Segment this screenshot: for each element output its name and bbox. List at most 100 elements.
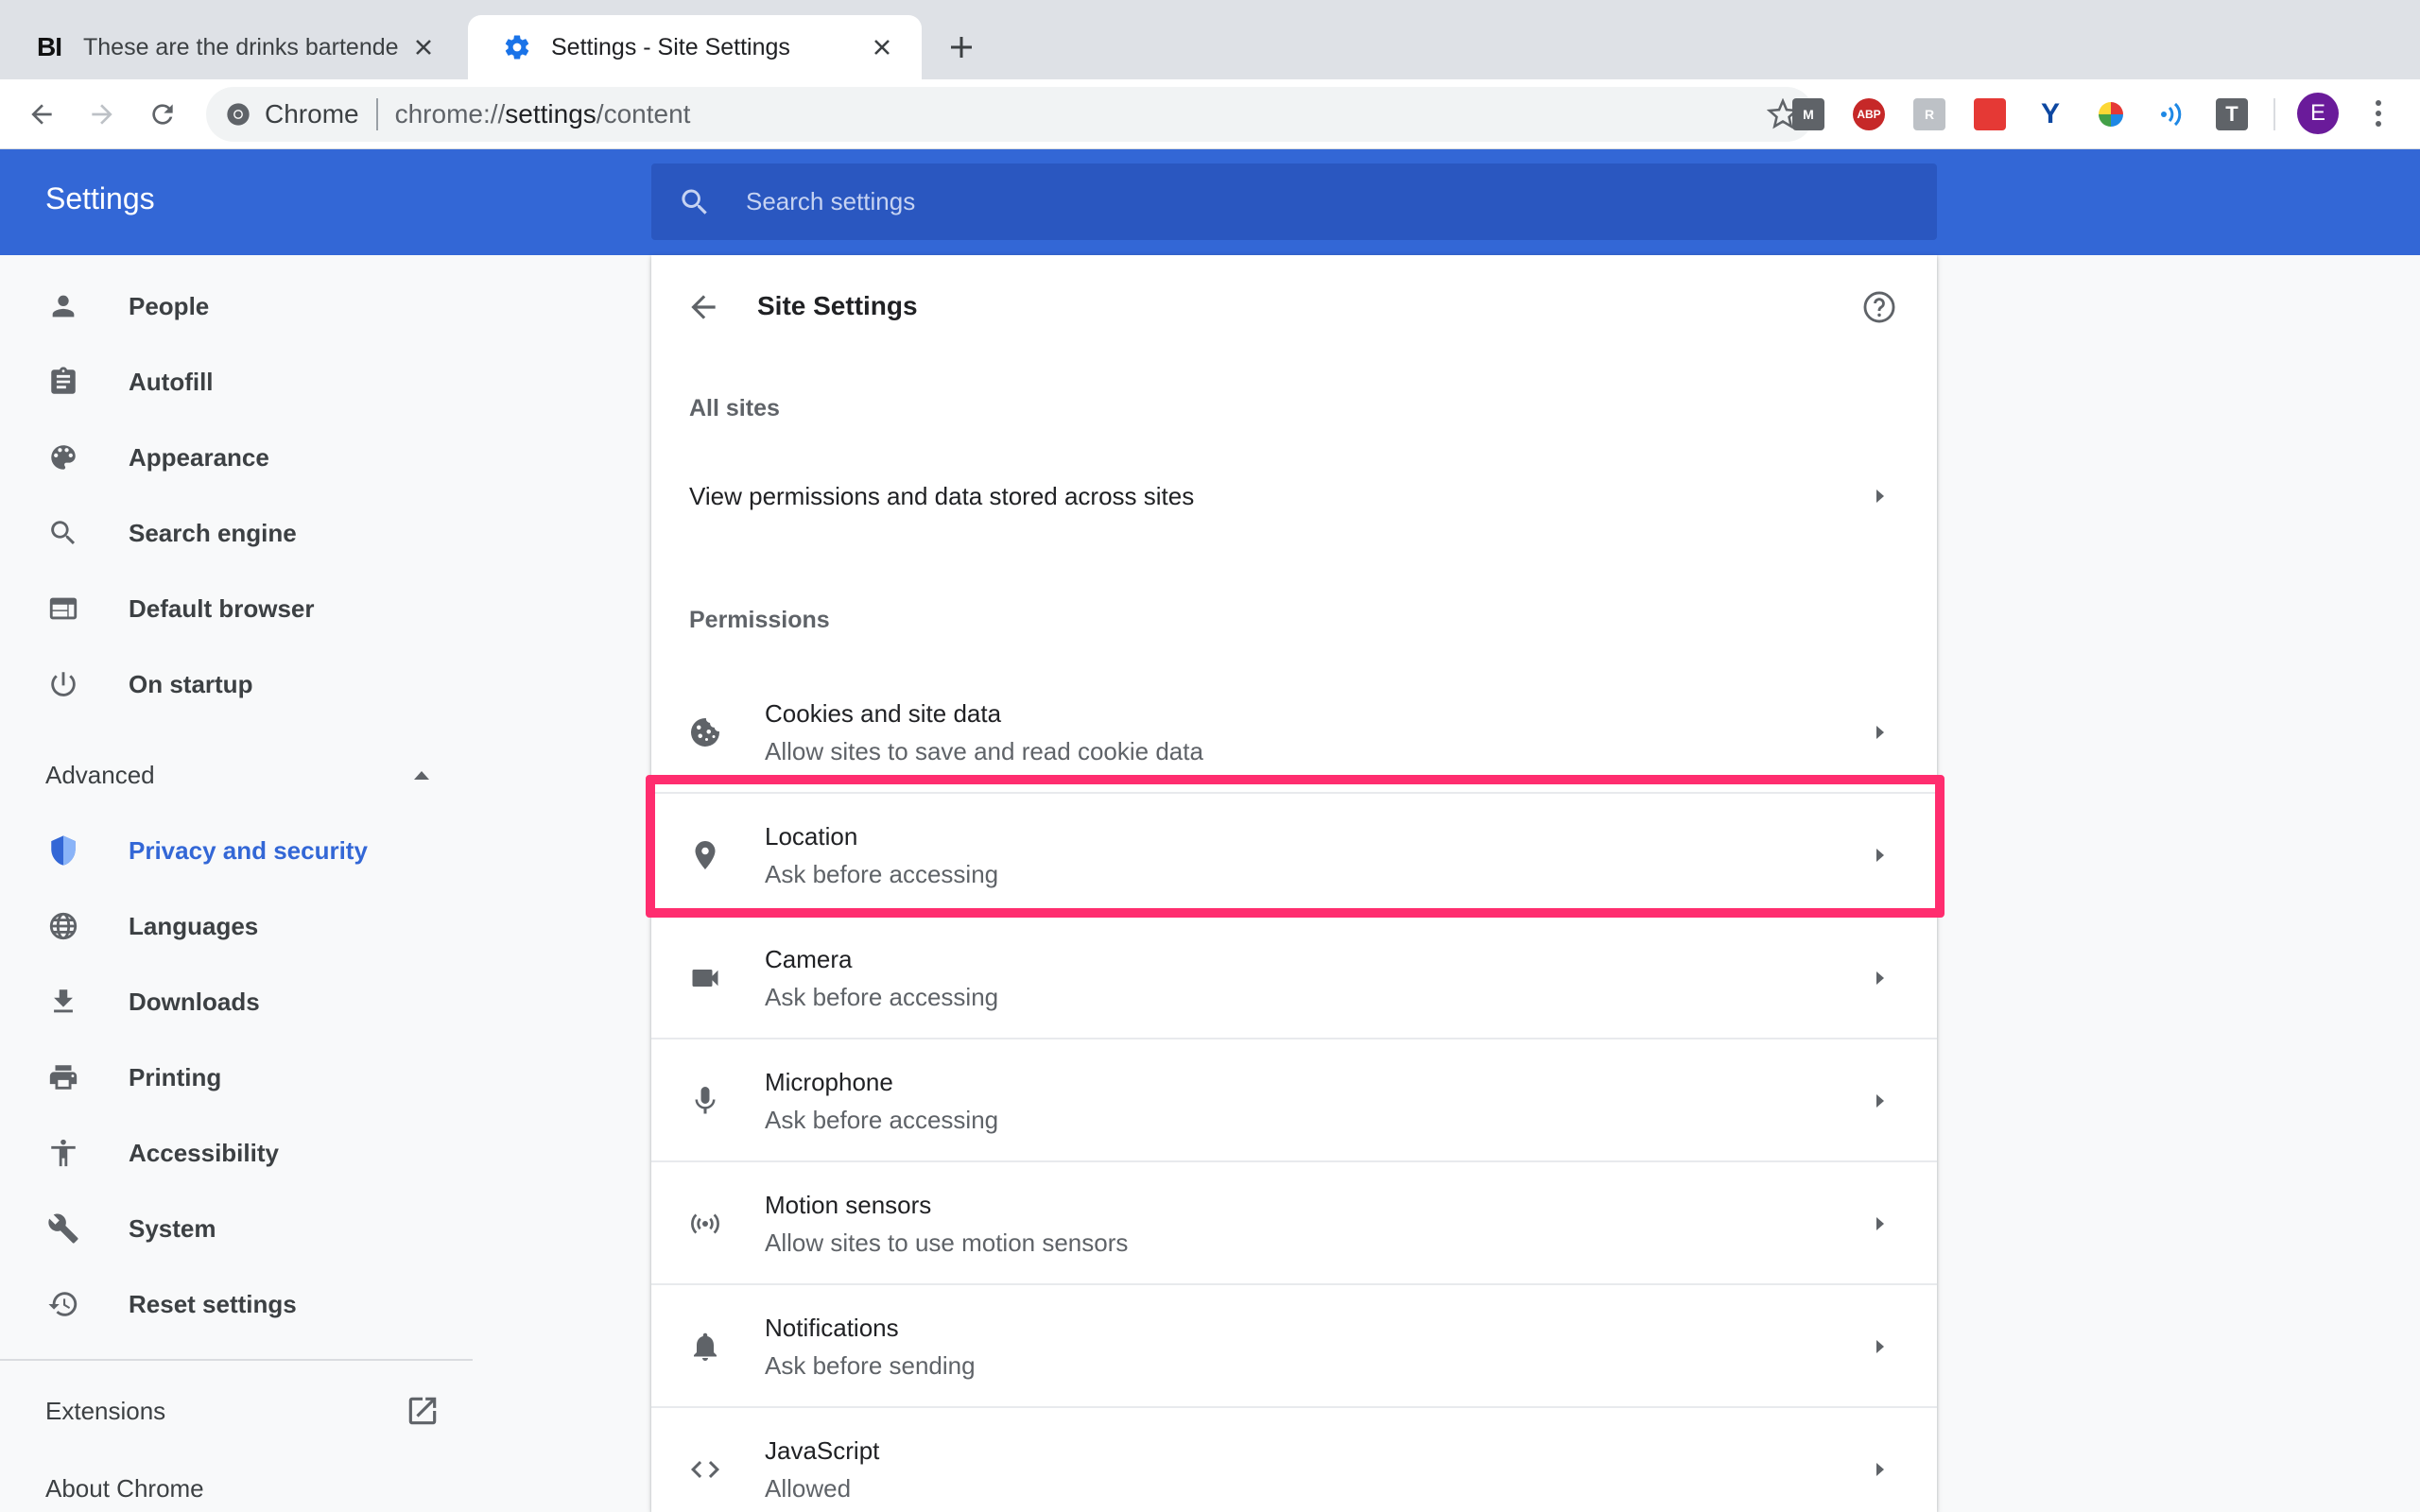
tab-title: These are the drinks bartenders [83,33,399,60]
sidebar-item-people[interactable]: People [0,274,454,338]
permission-row-motion-sensors[interactable]: Motion sensors Allow sites to use motion… [651,1162,1937,1285]
location-pin-icon [687,837,723,873]
download-icon [45,984,81,1020]
settings-header: Settings [0,149,2420,255]
browser-toolbar: Chrome chrome://settings/content M ABP R… [0,79,2420,149]
permission-row-location[interactable]: Location Ask before accessing [651,794,1937,917]
search-input[interactable] [746,187,1880,216]
chevron-right-icon [1876,726,1884,739]
permissions-label: Permissions [689,607,830,633]
url-text: chrome://settings/content [394,99,691,129]
all-sites-row[interactable]: View permissions and data stored across … [651,454,1937,539]
wrench-icon [45,1211,81,1246]
person-icon [45,288,81,324]
address-bar[interactable]: Chrome chrome://settings/content [206,87,1814,142]
new-tab-button[interactable] [941,26,982,68]
reload-icon [152,104,173,125]
code-icon [687,1452,723,1487]
microphone-icon [687,1083,723,1119]
site-chip-label: Chrome [265,99,359,129]
chevron-right-icon [1876,490,1884,503]
site-info-chip[interactable]: Chrome [225,99,359,129]
search-settings-box[interactable] [651,163,1937,240]
site-settings-card: Site Settings All sites View permissions… [651,255,1937,1512]
sidebar-item-privacy-and-security[interactable]: Privacy and security [0,818,454,883]
reload-button[interactable] [142,94,183,135]
globe-icon [45,908,81,944]
back-arrow-icon[interactable] [685,289,721,325]
caret-up-icon [414,771,429,780]
sidebar-item-languages[interactable]: Languages [0,894,454,958]
permission-row-microphone[interactable]: Microphone Ask before accessing [651,1040,1937,1162]
settings-sidebar: People Autofill Appearance Search engine… [0,255,473,1512]
tab-settings[interactable]: Settings - Site Settings [468,15,922,79]
bi-favicon-icon: BI [37,32,62,61]
sidebar-item-appearance[interactable]: Appearance [0,425,454,490]
sidebar-item-downloads[interactable]: Downloads [0,970,454,1034]
color-wheel-extension-icon[interactable] [2095,98,2127,130]
permission-row-notifications[interactable]: Notifications Ask before sending [651,1285,1937,1408]
chevron-right-icon [1876,1340,1884,1353]
camera-icon [687,960,723,996]
permission-row-cookies[interactable]: Cookies and site data Allow sites to sav… [651,671,1937,794]
shield-icon [45,833,81,868]
search-icon [682,189,707,215]
back-button[interactable] [21,94,62,135]
t-extension-icon[interactable]: T [2216,98,2248,130]
y-extension-icon[interactable]: Y [2034,98,2066,130]
tab-strip: BI These are the drinks bartenders Setti… [0,0,2420,79]
red-extension-icon[interactable] [1974,98,2006,130]
palette-icon [45,439,81,475]
forward-button[interactable] [81,94,123,135]
power-icon [45,666,81,702]
close-icon[interactable] [869,34,895,60]
help-icon[interactable] [1861,289,1897,325]
chevron-right-icon [1876,1094,1884,1108]
tab-title: Settings - Site Settings [551,33,790,60]
open-in-new-icon[interactable] [405,1393,441,1429]
sidebar-item-on-startup[interactable]: On startup [0,652,454,716]
card-header: Site Settings [651,255,1937,359]
profile-avatar[interactable]: E [2297,93,2339,134]
chevron-right-icon [1876,1217,1884,1230]
gear-icon [502,32,532,62]
clipboard-icon [45,364,81,400]
omnibox-divider [375,98,378,130]
chevron-right-icon [1876,1463,1884,1476]
sidebar-item-system[interactable]: System [0,1196,454,1261]
tab-business-insider[interactable]: BI These are the drinks bartenders [0,15,463,79]
chrome-logo-icon [227,103,250,126]
more-vert-icon[interactable] [2361,93,2395,134]
m-extension-icon[interactable]: M [1792,98,1824,130]
motion-sensor-icon [687,1206,723,1242]
close-icon[interactable] [410,34,437,60]
sidebar-item-extensions[interactable]: Extensions [45,1397,165,1426]
sidebar-item-about-chrome[interactable]: About Chrome [45,1474,204,1503]
browser-icon [45,591,81,627]
chevron-right-icon [1876,971,1884,985]
toolbar-separator [2273,98,2275,130]
sidebar-item-default-browser[interactable]: Default browser [0,576,454,641]
all-sites-label: All sites [689,395,780,421]
arrow-right-icon [92,104,112,125]
sidebar-item-reset-settings[interactable]: Reset settings [0,1272,454,1336]
accessibility-icon [45,1135,81,1171]
permission-row-camera[interactable]: Camera Ask before accessing [651,917,1937,1040]
sidebar-divider [0,1359,473,1361]
section-title: Site Settings [757,291,918,320]
signal-extension-icon[interactable] [2155,98,2187,130]
sidebar-item-accessibility[interactable]: Accessibility [0,1121,454,1185]
sidebar-item-printing[interactable]: Printing [0,1045,454,1109]
sidebar-advanced-toggle[interactable]: Advanced [0,743,454,807]
cookie-icon [687,714,723,750]
grey-extension-icon[interactable]: R [1913,98,1945,130]
chevron-right-icon [1876,849,1884,862]
printer-icon [45,1059,81,1095]
sidebar-item-autofill[interactable]: Autofill [0,350,454,414]
arrow-left-icon [31,104,52,125]
page-title: Settings [45,181,155,215]
adblock-plus-icon[interactable]: ABP [1853,98,1885,130]
permission-row-javascript[interactable]: JavaScript Allowed [651,1408,1937,1512]
sidebar-item-search-engine[interactable]: Search engine [0,501,454,565]
search-icon [45,515,81,551]
